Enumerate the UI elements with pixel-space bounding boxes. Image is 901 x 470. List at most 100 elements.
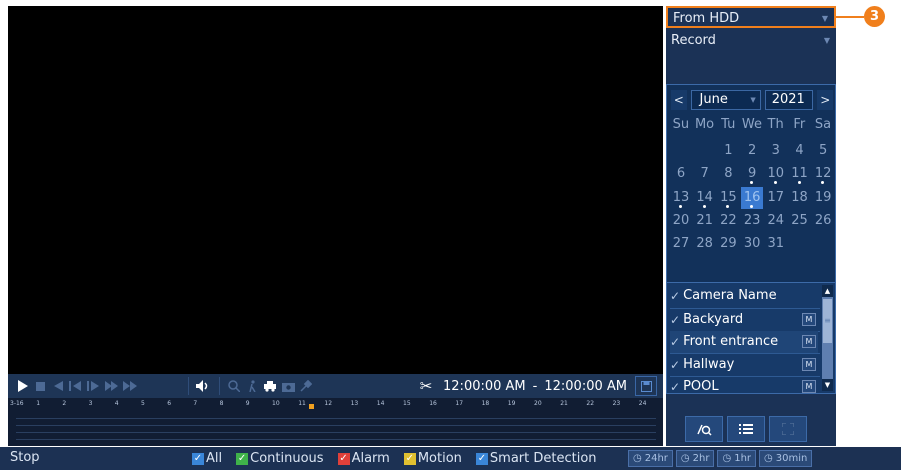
scale-button[interactable]: ◷ 30min xyxy=(759,450,813,467)
pin-icon[interactable] xyxy=(298,376,314,396)
calendar-day[interactable]: 25 xyxy=(789,210,811,232)
vehicle-icon[interactable] xyxy=(262,376,278,396)
calendar-day[interactable]: 20 xyxy=(670,210,692,232)
checkbox-icon[interactable]: ✓ xyxy=(403,452,416,465)
scale-button[interactable]: ◷ 2hr xyxy=(675,450,715,467)
calendar-day[interactable]: 1 xyxy=(717,140,739,162)
calendar-day[interactable]: 2 xyxy=(741,140,763,162)
stream-mode-button[interactable]: M xyxy=(802,379,816,393)
zoom-icon[interactable] xyxy=(226,376,242,396)
calendar-day[interactable]: 19 xyxy=(812,187,834,209)
camera-row[interactable]: ✓ Front entrance M xyxy=(670,331,818,354)
stop-icon[interactable] xyxy=(32,376,48,396)
camera-row[interactable]: ✓ Backyard M xyxy=(670,309,818,331)
legend-item[interactable]: ✓ Motion xyxy=(403,451,462,466)
calendar-day[interactable]: 23 xyxy=(741,210,763,232)
separator xyxy=(219,377,220,395)
calendar-day[interactable]: 9 xyxy=(741,163,763,185)
calendar-day[interactable]: 8 xyxy=(717,163,739,185)
calendar-day[interactable]: 17 xyxy=(765,187,787,209)
checkbox-icon[interactable]: ✓ xyxy=(192,452,204,465)
play-icon[interactable] xyxy=(14,376,30,396)
calendar-day[interactable]: 10 xyxy=(765,163,787,185)
volume-icon[interactable] xyxy=(195,376,211,396)
prev-month-button[interactable]: < xyxy=(671,90,687,110)
legend-item[interactable]: ✓ Smart Detection xyxy=(475,451,597,466)
calendar-day[interactable]: 7 xyxy=(694,163,716,185)
timeline-hour-label: 24 xyxy=(638,400,647,407)
calendar-day[interactable]: 11 xyxy=(789,163,811,185)
snapshot-icon[interactable] xyxy=(280,376,296,396)
timeline-hour-label: 1 xyxy=(36,400,41,407)
rewind-icon[interactable] xyxy=(50,376,66,396)
source-dropdown[interactable]: From HDD ▼ xyxy=(666,6,836,28)
step-back-icon[interactable] xyxy=(68,376,84,396)
checkbox-icon[interactable]: ✓ xyxy=(670,354,680,376)
calendar-day[interactable]: 28 xyxy=(694,233,716,255)
timeline-hour-label: 12 xyxy=(324,400,333,407)
scale-button[interactable]: ◷ 1hr xyxy=(717,450,757,467)
stream-mode-button[interactable]: M xyxy=(802,313,816,326)
calendar-day[interactable]: 30 xyxy=(741,233,763,255)
fullscreen-icon[interactable] xyxy=(769,416,807,442)
checkbox-icon[interactable]: ✓ xyxy=(337,452,350,465)
smart-search-icon[interactable] xyxy=(685,416,723,442)
legend-item[interactable]: ✓ All xyxy=(192,451,222,466)
calendar-day[interactable]: 6 xyxy=(670,163,692,185)
calendar-day[interactable]: 29 xyxy=(717,233,739,255)
calendar-day[interactable]: 31 xyxy=(765,233,787,255)
checkbox-icon[interactable]: ✓ xyxy=(670,376,680,398)
save-icon[interactable] xyxy=(635,376,657,396)
stream-mode-button[interactable]: M xyxy=(802,335,816,349)
year-input[interactable]: 2021 xyxy=(764,90,814,110)
step-forward-icon[interactable] xyxy=(86,376,102,396)
checkbox-icon[interactable]: ✓ xyxy=(670,309,680,331)
person-icon[interactable] xyxy=(244,376,260,396)
timeline[interactable]: 3-16 1 2 3 4 5 6 7 8 9 10 11 12 13 14 15 16 17 18 19 20 21 22 2… xyxy=(8,398,663,446)
record-indicator xyxy=(773,181,777,185)
camera-row[interactable]: ✓ POOL M xyxy=(670,376,818,398)
record-type-dropdown[interactable]: Record ▼ xyxy=(666,30,836,52)
camera-list-scrollbar[interactable]: ▲ ≡ ▼ xyxy=(822,285,833,391)
scissors-icon[interactable]: ✂ xyxy=(417,377,435,395)
stream-mode-button[interactable]: M xyxy=(802,357,816,371)
calendar-day[interactable]: 27 xyxy=(670,233,692,255)
calendar-day[interactable]: 13 xyxy=(670,187,692,209)
legend-item[interactable]: ✓ Continuous xyxy=(236,451,324,466)
calendar-day[interactable]: 14 xyxy=(694,187,716,209)
calendar-day[interactable]: 21 xyxy=(694,210,716,232)
timeline-cursor[interactable] xyxy=(309,404,315,409)
next-month-button[interactable]: > xyxy=(817,90,833,110)
checkbox-icon[interactable]: ✓ xyxy=(236,452,249,465)
fast-forward-icon[interactable] xyxy=(122,376,138,396)
calendar-day[interactable]: 16 xyxy=(741,186,764,209)
calendar-day[interactable]: 26 xyxy=(812,210,834,232)
calendar-day[interactable]: 15 xyxy=(717,187,739,209)
camera-header[interactable]: ✓ Camera Name xyxy=(670,285,818,307)
calendar-day[interactable]: 4 xyxy=(789,140,811,162)
calendar-day[interactable]: 24 xyxy=(765,210,787,232)
month-select[interactable]: June ▼ xyxy=(690,90,761,110)
calendar-day[interactable]: 18 xyxy=(789,187,811,209)
weekday-label: Sa xyxy=(814,117,832,132)
source-value: From HDD xyxy=(673,11,740,26)
scroll-thumb[interactable]: ≡ xyxy=(823,299,832,343)
scale-button[interactable]: ◷ 24hr xyxy=(628,450,673,467)
record-indicator xyxy=(750,181,754,185)
calendar-day[interactable]: 3 xyxy=(765,140,787,162)
checkbox-icon[interactable]: ✓ xyxy=(670,285,680,307)
checkbox-icon[interactable]: ✓ xyxy=(475,452,488,465)
clip-end-time[interactable]: 12:00:00 AM xyxy=(544,379,627,394)
legend-item[interactable]: ✓ Alarm xyxy=(337,451,390,466)
scroll-up-icon[interactable]: ▲ xyxy=(822,285,833,297)
scroll-down-icon[interactable]: ▼ xyxy=(822,379,833,391)
clip-start-time[interactable]: 12:00:00 AM xyxy=(443,379,526,394)
calendar-day[interactable]: 22 xyxy=(717,210,739,232)
slow-play-icon[interactable] xyxy=(104,376,120,396)
calendar-day[interactable]: 5 xyxy=(812,140,834,162)
video-view[interactable] xyxy=(8,6,663,374)
camera-row[interactable]: ✓ Hallway M xyxy=(670,354,818,376)
checkbox-icon[interactable]: ✓ xyxy=(670,331,680,353)
list-icon[interactable] xyxy=(727,416,765,442)
calendar-day[interactable]: 12 xyxy=(812,163,834,185)
